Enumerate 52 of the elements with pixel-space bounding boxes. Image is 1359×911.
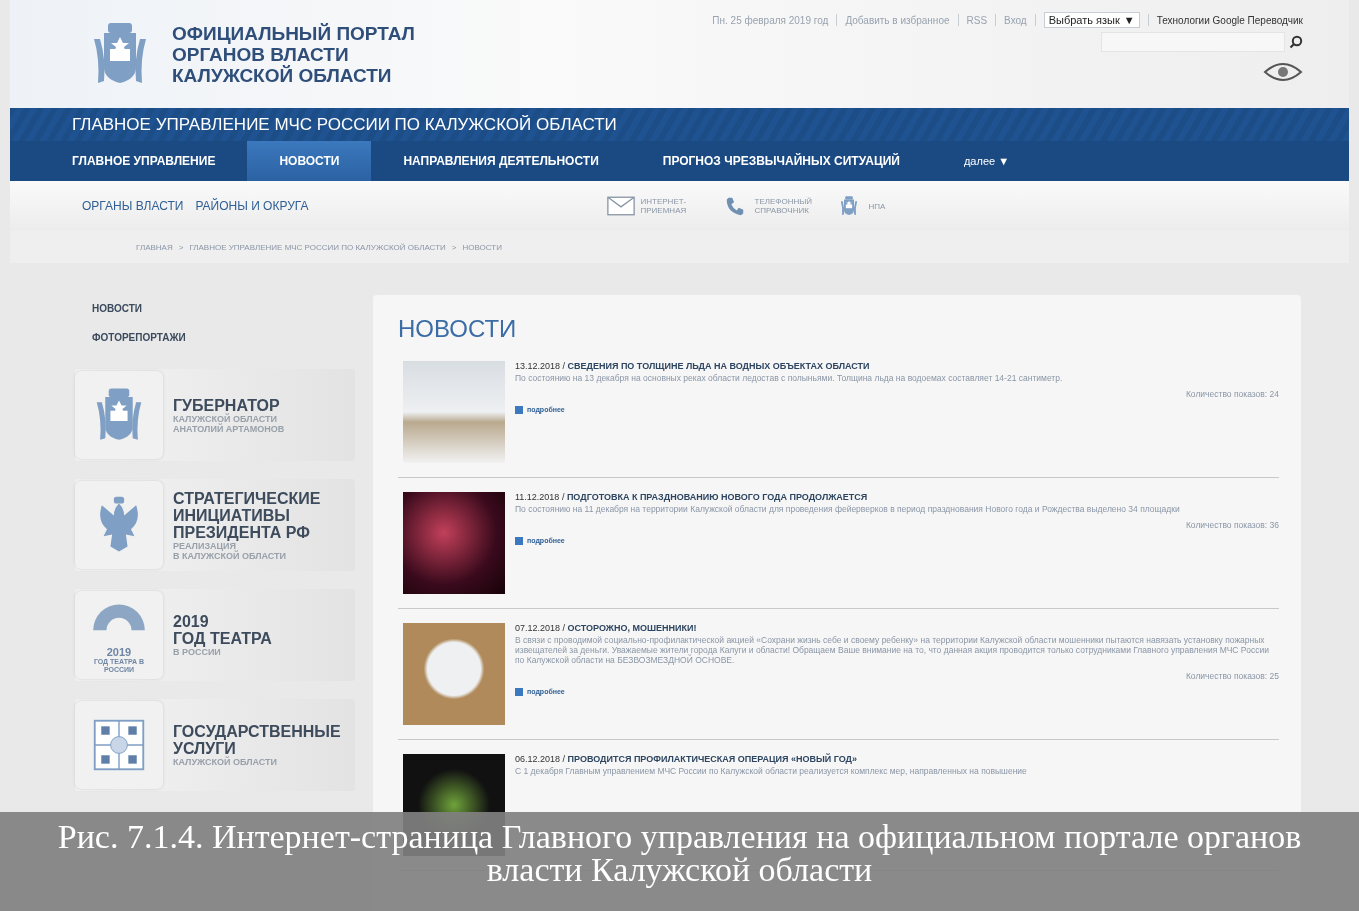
breadcrumb-separator: >	[451, 242, 457, 252]
card-title: ГОСУДАРСТВЕННЫЕ	[173, 723, 341, 740]
figure-caption: Рис. 7.1.4. Интернет-страница Главного управления на официальном портале органов власти Калужской области	[56, 820, 1303, 886]
news-summary: По состоянию на 11 декабря на территории Калужской области для проведения фейерверков в период празднования Нового года и Рождества выделено 34 площадки	[515, 504, 1181, 514]
news-headline[interactable]: 06.12.2018 / ПРОВОДИТСЯ ПРОФИЛАКТИЧЕСКАЯ ОПЕРАЦИЯ «НОВЫЙ ГОД»	[515, 754, 1279, 764]
sidebar-link[interactable]: ФОТОРЕПОРТАЖИ	[75, 324, 355, 353]
nav-tab[interactable]: НОВОСТИ	[247, 141, 372, 181]
news-headline[interactable]: 11.12.2018 / ПОДГОТОВКА К ПРАЗДНОВАНИЮ НОВОГО ГОДА ПРОДОЛЖАЕТСЯ	[515, 492, 1279, 502]
portal-title: КАЛУЖСКОЙ ОБЛАСТИ	[172, 64, 393, 86]
nav-tab[interactable]: ГЛАВНОЕ УПРАВЛЕНИЕ	[40, 141, 248, 181]
page-heading: НОВОСТИ	[398, 315, 518, 343]
view-count: Количество показов: 24	[1184, 389, 1279, 399]
card-subtitle: АНАТОЛИЙ АРТАМОНОВ	[173, 423, 285, 434]
news-headline[interactable]: 07.12.2018 / ОСТОРОЖНО, МОШЕННИКИ!	[515, 623, 1279, 633]
logo-text: 2019	[106, 646, 132, 658]
nav-tab[interactable]: ПРОГНОЗ ЧРЕЗВЫЧАЙНЫХ СИТУАЦИЙ	[630, 141, 932, 181]
card-subtitle: В КАЛУЖСКОЙ ОБЛАСТИ	[173, 550, 287, 561]
card-subtitle: КАЛУЖСКОЙ ОБЛАСТИ	[173, 413, 278, 424]
nav-tab[interactable]: НАПРАВЛЕНИЯ ДЕЯТЕЛЬНОСТИ	[371, 141, 631, 181]
card-title: ПРЕЗИДЕНТА РФ	[173, 523, 311, 541]
language-select[interactable]: Выбрать язык ▼	[1043, 12, 1140, 28]
view-count: Количество показов: 25	[1184, 671, 1279, 681]
sidebar-link[interactable]: НОВОСТИ	[75, 295, 355, 324]
promo-card[interactable]: ГУБЕРНАТОР КАЛУЖСКОЙ ОБЛАСТИ АНАТОЛИЙ АРТАМОНОВ	[75, 369, 355, 461]
eye-icon[interactable]	[1263, 62, 1303, 82]
portal-title: ОФИЦИАЛЬНЫЙ ПОРТАЛ	[172, 22, 415, 44]
date-text: Пн. 25 февраля 2019 год	[712, 14, 829, 26]
news-summary: В связи с проводимой социально-профилактической акцией «Сохрани жизнь себе и своему ребенку» на территории Калужской области мошенники пытаются навязать установку пожарных извещателей за деньги. Уважаемые жители города Калуги и области! Обращаем Ваше внимание на то, что данная акция проводится только сотрудниками Главного управления МЧС России по Калужской области на БЕЗВОЗМЕЗДНОЙ ОСНОВЕ.	[515, 635, 1270, 665]
card-title: ГОД ТЕАТРА	[173, 630, 272, 647]
portal-title: ОРГАНОВ ВЛАСТИ	[172, 43, 350, 65]
card-subtitle: КАЛУЖСКОЙ ОБЛАСТИ	[173, 757, 278, 767]
promo-card[interactable]: СТРАТЕГИЧЕСКИЕ ИНИЦИАТИВЫ ПРЕЗИДЕНТА РФ РЕАЛИЗАЦИЯ В КАЛУЖСКОЙ ОБЛАСТИ	[75, 479, 355, 571]
promo-card[interactable]: ГОСУДАРСТВЕННЫЕ УСЛУГИ КАЛУЖСКОЙ ОБЛАСТИ	[75, 699, 355, 791]
card-title: СТРАТЕГИЧЕСКИЕ	[173, 489, 321, 507]
department-title: ГЛАВНОЕ УПРАВЛЕНИЕ МЧС РОССИИ ПО КАЛУЖСКОЙ ОБЛАСТИ	[10, 108, 1349, 141]
search-icon[interactable]	[1289, 35, 1303, 49]
breadcrumb-separator: >	[178, 242, 184, 252]
card-title: ИНИЦИАТИВЫ	[173, 506, 291, 524]
subnav-link[interactable]: ОРГАНЫ ВЛАСТИ	[82, 199, 184, 213]
nav-tab[interactable]: далее ▼	[931, 141, 1042, 181]
translator-credit: Технологии Google Переводчик	[1156, 14, 1303, 26]
card-subtitle: В РОССИИ	[173, 647, 222, 657]
news-headline[interactable]: 13.12.2018 / СВЕДЕНИЯ ПО ТОЛЩИНЕ ЛЬДА НА ВОДНЫХ ОБЪЕКТАХ ОБЛАСТИ	[515, 361, 1279, 371]
news-summary: По состоянию на 13 декабря на основных реках области ледостав с полыньями. Толщина льда на водоемах составляет 14-21 сантиметр.	[515, 373, 1064, 383]
subnav-link[interactable]: РАЙОНЫ И ОКРУГА	[195, 199, 309, 213]
card-subtitle: РЕАЛИЗАЦИЯ	[173, 540, 237, 551]
view-count: Количество показов: 36	[1184, 520, 1279, 530]
card-title: ГУБЕРНАТОР	[173, 396, 281, 414]
envelope-icon[interactable]	[606, 195, 635, 217]
card-title: 2019	[173, 613, 210, 630]
news-summary: С 1 декабря Главным управлением МЧС России по Калужской области реализуется комплекс мер, направленных на повышение	[515, 766, 1028, 776]
card-title: УСЛУГИ	[173, 740, 237, 757]
